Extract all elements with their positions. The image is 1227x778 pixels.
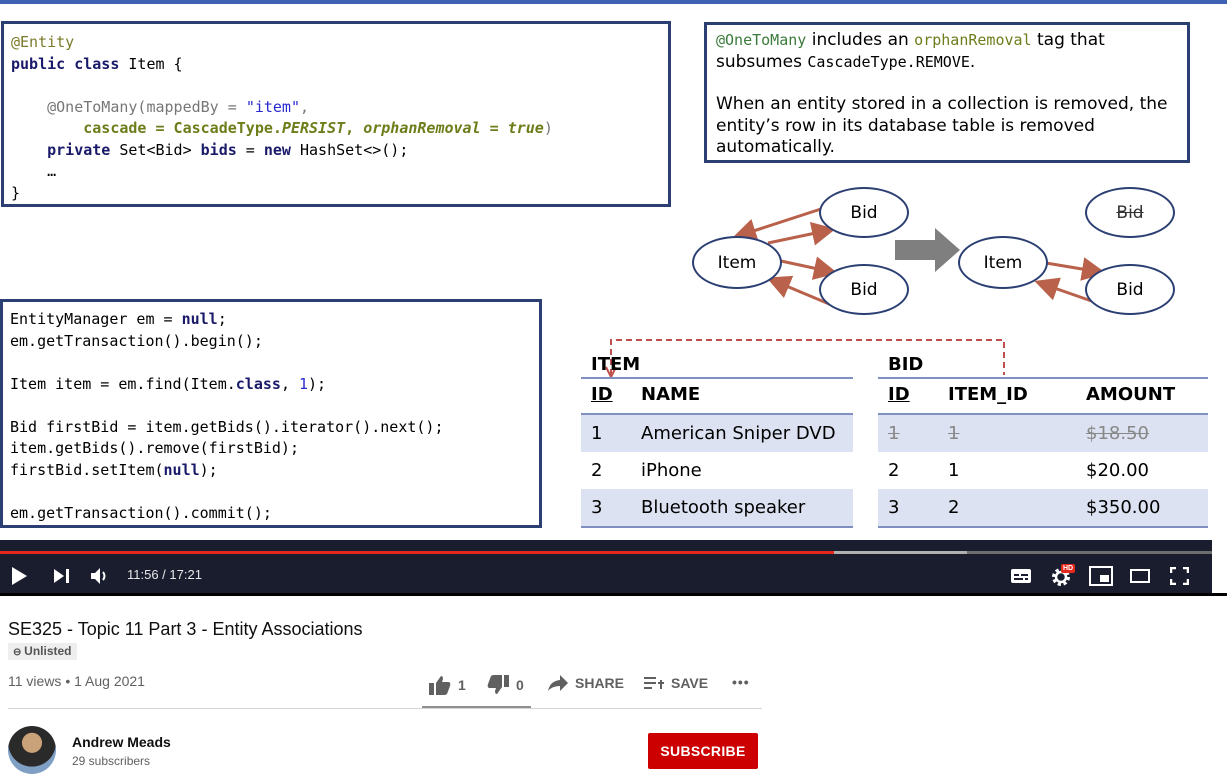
item-table-title: ITEM <box>591 354 641 375</box>
orphan-removal-note: @OneToMany includes an orphanRemoval tag… <box>704 22 1190 163</box>
video-meta: 11 views • 1 Aug 2021 <box>8 673 145 689</box>
share-button[interactable]: SHARE <box>547 674 624 692</box>
channel-name[interactable]: Andrew Meads <box>72 734 171 750</box>
code-transaction-listing: EntityManager em = null; em.getTransacti… <box>10 310 444 522</box>
avatar[interactable] <box>8 726 56 774</box>
like-button[interactable]: 1 <box>428 674 466 696</box>
table-row: 3 Bluetooth speaker <box>581 489 853 526</box>
miniplayer-icon[interactable] <box>1089 566 1113 586</box>
playlist-add-icon <box>644 677 664 689</box>
code-entity-listing: @Entity public class Item { @OneToMany(m… <box>11 33 553 202</box>
player-bottom-edge <box>0 593 1227 596</box>
time-display: 11:56 / 17:21 <box>127 567 202 582</box>
thumbs-up-icon <box>429 676 451 695</box>
save-button[interactable]: SAVE <box>643 674 708 692</box>
node-bid-remaining: Bid <box>1085 264 1175 315</box>
node-item-before: Item <box>692 236 782 289</box>
subscribe-button[interactable]: SUBSCRIBE <box>648 733 758 769</box>
next-icon[interactable] <box>53 568 71 584</box>
settings-button[interactable]: HD <box>1049 564 1076 588</box>
table-row: 2 1 $20.00 <box>888 460 1149 481</box>
slide-top-bar <box>0 0 1227 4</box>
item-header-id: ID <box>591 384 613 405</box>
divider <box>8 708 762 709</box>
note-paragraph-1: @OneToMany includes an orphanRemoval tag… <box>716 30 1105 72</box>
code-box-transaction: EntityManager em = null; em.getTransacti… <box>0 299 542 528</box>
foreign-key-connector <box>605 339 1005 380</box>
thumbs-down-icon <box>487 675 509 694</box>
node-item-after: Item <box>958 236 1048 289</box>
captions-icon[interactable] <box>1010 568 1032 584</box>
more-actions-button[interactable]: ••• <box>732 674 750 690</box>
arrow-bid-to-item <box>732 206 825 242</box>
arrow-item-to-bid-top <box>767 221 836 246</box>
bid-header-amount: AMOUNT <box>1086 384 1176 405</box>
table-row: 1 1 $18.50 <box>878 415 1208 452</box>
unlisted-badge: ⊖ Unlisted <box>8 643 77 660</box>
hd-badge: HD <box>1061 564 1076 573</box>
table-row: 3 2 $350.00 <box>878 489 1208 526</box>
bid-header-id: ID <box>888 384 910 405</box>
item-header-name: NAME <box>641 384 701 405</box>
fullscreen-icon[interactable] <box>1170 567 1189 585</box>
arrow-item-to-bid-bottom <box>780 256 838 280</box>
node-bid-top-before: Bid <box>819 187 909 238</box>
bid-header-item-id: ITEM_ID <box>948 384 1028 405</box>
note-paragraph-2: When an entity stored in a collection is… <box>716 94 1168 157</box>
video-title: SE325 - Topic 11 Part 3 - Entity Associa… <box>8 619 363 639</box>
code-box-entity: @Entity public class Item { @OneToMany(m… <box>1 21 671 207</box>
play-icon[interactable] <box>10 566 28 586</box>
bid-table-title: BID <box>888 354 924 375</box>
arrow-item-to-bid-after <box>1045 257 1106 281</box>
volume-icon[interactable] <box>89 566 109 586</box>
transition-arrow <box>895 228 960 272</box>
subscriber-count: 29 subscribers <box>72 754 151 768</box>
video-frame[interactable]: @Entity public class Item { @OneToMany(m… <box>0 0 1227 540</box>
progress-played <box>0 551 834 554</box>
share-icon <box>548 675 568 691</box>
node-bid-removed: Bid <box>1085 187 1175 238</box>
more-icon: ••• <box>732 674 750 690</box>
dislike-button[interactable]: 0 <box>486 674 524 696</box>
link-icon: ⊖ <box>13 647 25 658</box>
theater-mode-icon[interactable] <box>1130 569 1150 583</box>
table-row: 1 American Sniper DVD <box>581 415 853 452</box>
node-bid-bottom-before: Bid <box>819 264 909 315</box>
table-row: 2 iPhone <box>591 460 702 481</box>
